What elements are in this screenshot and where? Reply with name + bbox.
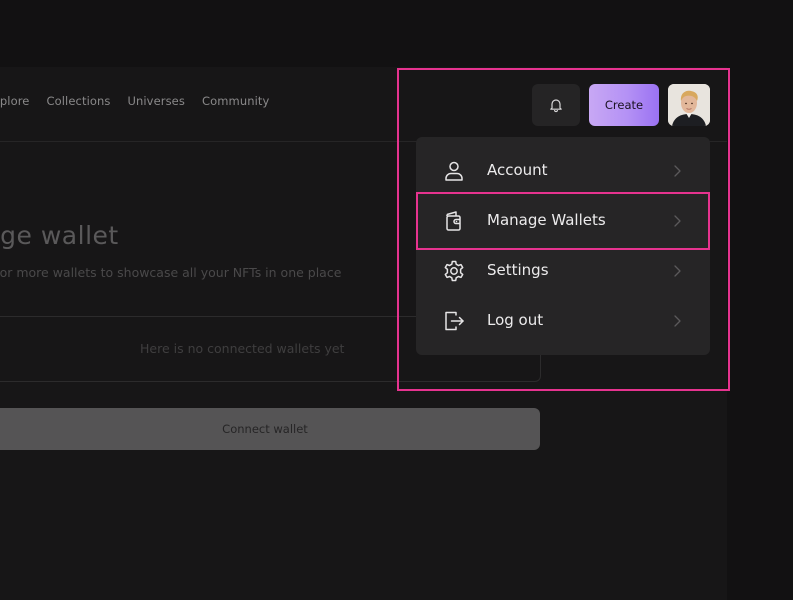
bell-icon	[550, 99, 562, 113]
gear-icon	[444, 260, 464, 282]
avatar[interactable]	[668, 84, 710, 126]
nav-link-universes[interactable]: Universes	[127, 94, 184, 108]
logout-icon	[445, 311, 464, 331]
page-subtitle: ne or more wallets to showcase all your …	[0, 265, 342, 280]
user-avatar-icon	[668, 84, 710, 126]
create-button[interactable]: Create	[589, 84, 659, 126]
menu-item-account[interactable]: Account	[416, 146, 710, 196]
menu-item-label: Settings	[487, 261, 549, 279]
menu-item-label: Manage Wallets	[487, 211, 606, 229]
connect-wallet-button[interactable]: Connect wallet	[0, 408, 540, 450]
menu-item-label: Account	[487, 161, 548, 179]
nav-links: xplore Collections Universes Community	[0, 94, 269, 108]
nav-link-collections[interactable]: Collections	[47, 94, 111, 108]
menu-item-settings[interactable]: Settings	[416, 246, 710, 296]
chevron-right-icon	[674, 215, 681, 227]
user-icon	[445, 161, 463, 181]
chevron-right-icon	[674, 165, 681, 177]
empty-state-text: Here is no connected wallets yet	[140, 341, 345, 356]
user-dropdown-menu: Account Manage Wallets Settings Log out	[416, 137, 710, 355]
wallet-icon	[446, 211, 461, 231]
nav-link-community[interactable]: Community	[202, 94, 269, 108]
menu-item-label: Log out	[487, 311, 544, 329]
top-navbar: xplore Collections Universes Community C…	[0, 67, 727, 142]
menu-item-log-out[interactable]: Log out	[416, 296, 710, 346]
page-title: nage wallet	[0, 221, 119, 250]
menu-item-manage-wallets[interactable]: Manage Wallets	[416, 196, 710, 246]
notifications-button[interactable]	[532, 84, 580, 126]
nav-link-explore[interactable]: xplore	[0, 94, 30, 108]
chevron-right-icon	[674, 315, 681, 327]
screen: xplore Collections Universes Community C…	[0, 0, 793, 600]
chevron-right-icon	[674, 265, 681, 277]
